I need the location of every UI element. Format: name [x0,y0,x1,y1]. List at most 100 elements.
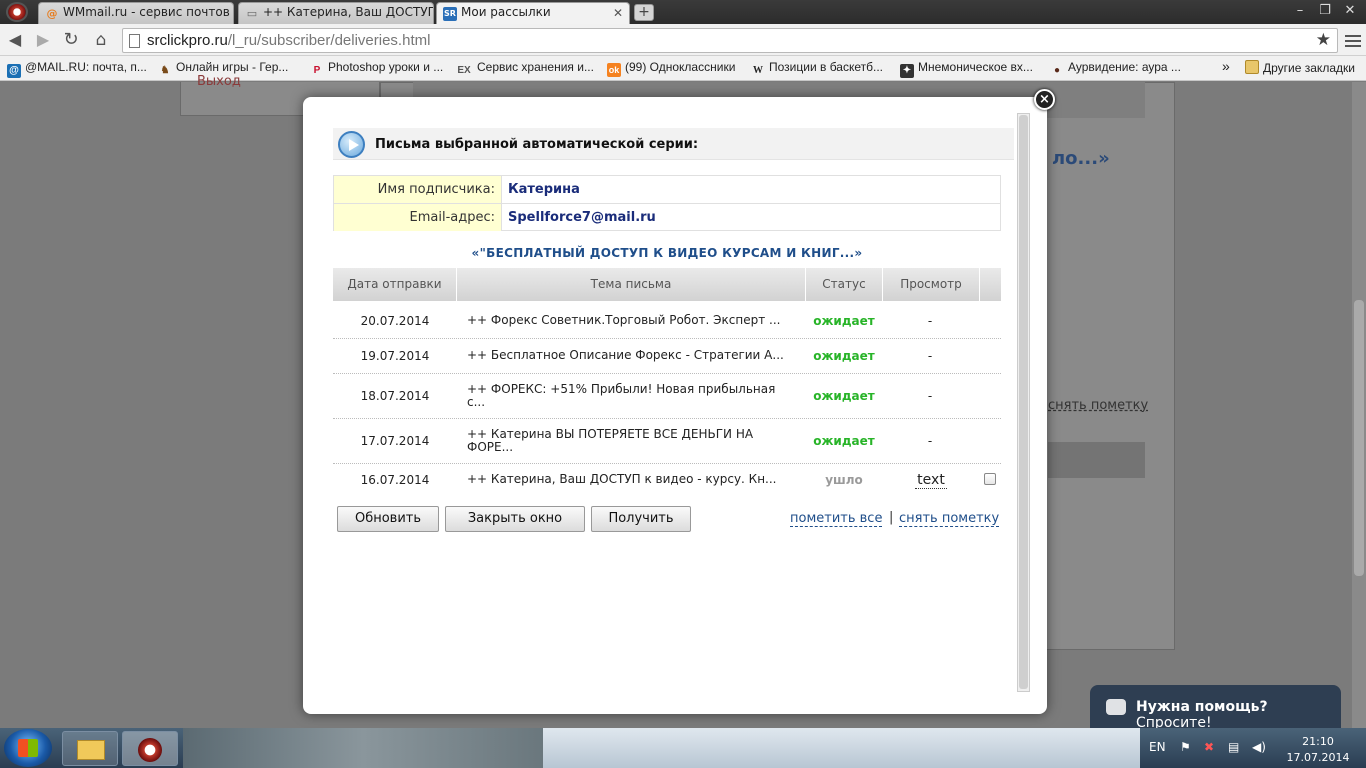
background-unmark-link: снять пометку [1048,398,1149,413]
row-subject[interactable]: ++ Бесплатное Описание Форекс - Стратеги… [467,349,792,362]
play-icon [338,131,365,158]
start-button[interactable] [4,729,52,767]
menu-icon[interactable] [1345,32,1361,48]
subscriber-info: Имя подписчика: Катерина Email-адрес: Sp… [333,175,1001,231]
row-view: - [927,434,933,448]
row-view: - [927,389,933,403]
email-label: Email-адрес: [334,204,502,231]
bookmark-storage[interactable]: EX Сервис хранения и... [455,60,594,78]
forward-icon[interactable]: ▶ [32,30,54,50]
bookmark-aura[interactable]: ● Аурвидение: аура ... [1050,60,1181,78]
sr-site-icon: SR [443,7,457,21]
tab-wmmail[interactable]: @ WMmail.ru - сервис почтов [38,2,234,24]
network-icon[interactable]: ▤ [1228,740,1239,754]
links-separator: | [889,510,894,525]
table-row[interactable]: 16.07.2014 ++ Катерина, Ваш ДОСТУП к вид… [333,464,1001,496]
row-subject[interactable]: ++ Форекс Советник.Торговый Робот. Экспе… [467,314,792,327]
photoshop-p-icon: P [313,65,321,76]
browser-app-icon[interactable] [6,2,28,22]
table-row[interactable]: 20.07.2014 ++ Форекс Советник.Торговый Р… [333,302,1001,339]
series-title: «"БЕСПЛАТНЫЙ ДОСТУП К ВИДЕО КУРСАМ И КНИ… [471,246,863,260]
row-checkbox[interactable] [984,473,996,485]
modal-close-icon[interactable]: × [1034,89,1055,110]
tab-close-icon[interactable]: ✕ [613,6,623,20]
row-status: ожидает [813,349,875,363]
bookmark-photoshop[interactable]: P Photoshop уроки и ... [310,60,444,78]
folder-icon [77,740,105,760]
modal-scrollbar[interactable] [1017,113,1030,692]
bookmark-odnoklassniki[interactable]: ok (99) Одноклассники [607,60,735,77]
modal-scroll-thumb[interactable] [1019,115,1028,689]
get-button[interactable]: Получить [591,506,691,532]
bookmarks-more-icon[interactable]: » [1222,58,1230,74]
taskbar-browser[interactable] [122,731,178,766]
address-bar[interactable]: srclickpro.ru/l_ru/subscriber/deliveries… [122,28,1338,53]
row-date: 17.07.2014 [360,434,430,448]
language-indicator[interactable]: EN [1149,740,1166,754]
subscriber-name: Катерина [508,182,580,197]
ex-icon: EX [457,65,471,76]
row-status: ушло [825,473,863,487]
tab-katerina[interactable]: ▭ ++ Катерина, Ваш ДОСТУП [238,2,434,24]
bookmark-wikipedia[interactable]: W Позиции в баскетб... [751,60,883,78]
taskbar-wallpaper [183,728,543,768]
row-subject[interactable]: ++ Катерина ВЫ ПОТЕРЯЕТЕ ВСЕ ДЕНЬГИ НА Ф… [467,428,792,454]
close-window-icon[interactable]: ✕ [1340,2,1360,20]
taskbar-window-preview [543,728,1140,768]
close-window-button[interactable]: Закрыть окно [445,506,585,532]
help-text: Нужна помощь? Спросите! [1136,699,1268,731]
flag-icon[interactable]: ⚑ [1180,740,1191,754]
subscriber-email: Spellforce7@mail.ru [508,210,656,225]
browser-icon [138,738,162,762]
other-bookmarks[interactable]: Другие закладки [1245,60,1355,75]
minimize-icon[interactable]: – [1290,2,1310,20]
bookmark-mailru[interactable]: @ @MAIL.RU: почта, п... [7,60,147,78]
chat-bubble-icon [1106,699,1126,715]
page-scroll-thumb[interactable] [1354,300,1364,576]
aura-icon: ● [1053,65,1061,76]
page-scrollbar[interactable] [1352,82,1366,728]
bookmark-star-icon[interactable]: ★ [1316,30,1331,50]
row-status: ожидает [813,314,875,328]
volume-icon[interactable]: ◀) [1252,740,1266,754]
reload-icon[interactable]: ↻ [60,30,82,50]
col-status: Статус [822,277,866,291]
new-tab-button[interactable]: + [634,4,654,21]
col-view: Просмотр [900,277,962,291]
help-widget[interactable]: Нужна помощь? Спросите! [1090,685,1341,731]
clock-time: 21:10 [1302,735,1334,748]
col-send-date: Дата отправки [347,277,442,291]
tab-title: ++ Катерина, Ваш ДОСТУП [263,5,434,19]
background-heading: ло...» [1052,148,1110,169]
folder-icon [1245,60,1259,74]
row-view: - [927,314,933,328]
table-row[interactable]: 17.07.2014 ++ Катерина ВЫ ПОТЕРЯЕТЕ ВСЕ … [333,419,1001,464]
row-subject[interactable]: ++ ФОРЕКС: +51% Прибыли! Новая прибыльна… [467,383,792,409]
table-row[interactable]: 19.07.2014 ++ Бесплатное Описание Форекс… [333,339,1001,374]
row-date: 18.07.2014 [360,389,430,403]
network-error-icon[interactable]: ✖ [1204,740,1214,754]
unmark-link[interactable]: снять пометку [899,511,1000,527]
row-subject[interactable]: ++ Катерина, Ваш ДОСТУП к видео - курсу.… [467,473,792,486]
taskbar-explorer[interactable] [62,731,118,766]
windows-logo-icon [18,739,38,757]
background-exit-link: Выход [197,74,241,89]
bookmark-mnemonic[interactable]: ✦ Мнемоническое вх... [900,60,1033,78]
maximize-icon[interactable]: ❐ [1315,2,1335,20]
ok-icon: ok [607,63,621,77]
url-text: srclickpro.ru/l_ru/subscriber/deliveries… [147,32,431,49]
mark-all-link[interactable]: пометить все [790,511,883,527]
knight-icon: ♞ [160,65,170,76]
tab-my-subscriptions[interactable]: SR Мои рассылки ✕ [436,2,630,24]
table-row[interactable]: 18.07.2014 ++ ФОРЕКС: +51% Прибыли! Нова… [333,374,1001,419]
home-icon[interactable]: ⌂ [90,30,112,50]
clock[interactable]: 21:10 17.07.2014 [1283,734,1353,766]
table-header: Дата отправки Тема письма Статус Просмот… [333,268,1001,301]
mnemonic-icon: ✦ [900,64,914,78]
clock-date: 17.07.2014 [1286,751,1350,764]
col-divider [979,268,980,301]
refresh-button[interactable]: Обновить [337,506,439,532]
back-icon[interactable]: ◀ [4,30,26,50]
page-icon [129,34,140,48]
row-view-link[interactable]: text [915,472,947,489]
